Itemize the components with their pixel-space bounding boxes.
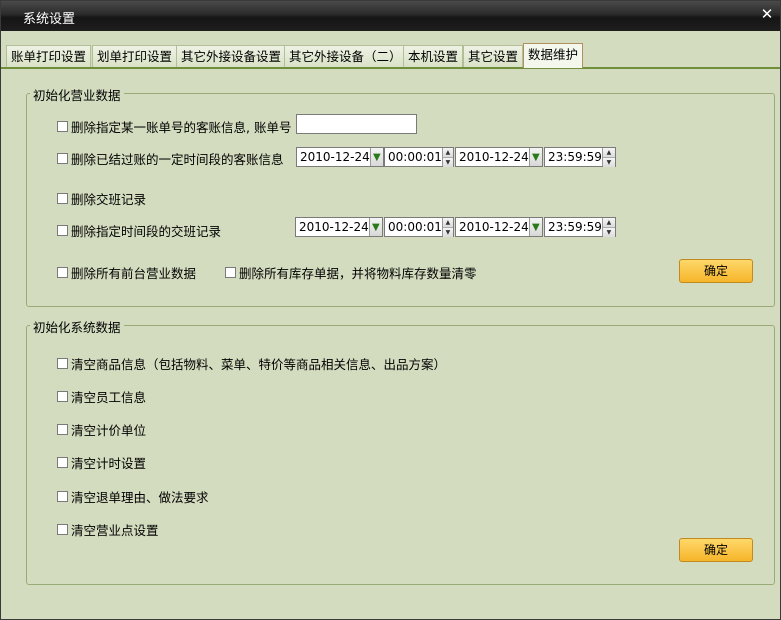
checkbox-box[interactable] — [225, 267, 236, 278]
time-value: 00:00:01 — [388, 150, 442, 164]
date-value: 2010-12-24 — [299, 220, 369, 234]
tab-external-devices-2[interactable]: 其它外接设备（二） — [284, 45, 407, 67]
shift-end-date[interactable]: 2010-12-24 ▼ — [455, 217, 543, 237]
clear-staff-checkbox[interactable]: 清空员工信息 — [57, 387, 146, 406]
checkbox-box[interactable] — [57, 457, 68, 468]
tab-divider — [1, 67, 780, 69]
checkbox-label: 清空计价单位 — [71, 423, 147, 438]
shift-start-time[interactable]: 00:00:01 ▲ ▼ — [384, 217, 454, 237]
checkbox-label: 删除已结过账的一定时间段的客账信息 — [71, 152, 284, 167]
spin-up-down-icon[interactable]: ▲ ▼ — [441, 218, 453, 237]
clear-outlets-checkbox[interactable]: 清空营业点设置 — [57, 520, 159, 539]
delete-shift-checkbox[interactable]: 删除交班记录 — [57, 189, 146, 208]
checkbox-label: 清空营业点设置 — [71, 523, 159, 538]
delete-settled-checkbox[interactable]: 删除已结过账的一定时间段的客账信息 — [57, 149, 284, 168]
settled-end-date[interactable]: 2010-12-24 ▼ — [455, 147, 543, 167]
checkbox-box[interactable] — [57, 121, 68, 132]
tab-external-devices[interactable]: 其它外接设备设置 — [176, 45, 287, 67]
clear-reasons-checkbox[interactable]: 清空退单理由、做法要求 — [57, 487, 209, 506]
checkbox-box[interactable] — [57, 193, 68, 204]
chevron-down-icon[interactable]: ▼ — [528, 218, 542, 236]
checkbox-box[interactable] — [57, 153, 68, 164]
clear-timing-checkbox[interactable]: 清空计时设置 — [57, 453, 146, 472]
checkbox-box[interactable] — [57, 267, 68, 278]
delete-shift-range-checkbox[interactable]: 删除指定时间段的交班记录 — [57, 221, 221, 240]
system-confirm-button[interactable]: 确定 — [679, 538, 753, 562]
business-confirm-button[interactable]: 确定 — [679, 259, 753, 283]
tab-data-maintenance[interactable]: 数据维护 — [523, 43, 584, 68]
checkbox-box[interactable] — [57, 391, 68, 402]
shift-start-date[interactable]: 2010-12-24 ▼ — [295, 217, 383, 237]
clear-units-checkbox[interactable]: 清空计价单位 — [57, 420, 146, 439]
title-bar[interactable]: 系统设置 ✕ — [1, 1, 780, 31]
checkbox-label: 删除所有前台营业数据 — [71, 266, 197, 281]
chevron-down-icon[interactable]: ▼ — [528, 148, 542, 166]
checkbox-label: 删除指定某一账单号的客账信息, 账单号 — [71, 120, 292, 135]
system-group-title: 初始化系统数据 — [30, 317, 124, 336]
time-value: 23:59:59 — [548, 220, 602, 234]
close-icon[interactable]: ✕ — [758, 5, 776, 23]
checkbox-label: 删除指定时间段的交班记录 — [71, 224, 222, 239]
chevron-down-icon[interactable]: ▼ — [369, 148, 383, 166]
date-value: 2010-12-24 — [300, 150, 370, 164]
settled-start-date[interactable]: 2010-12-24 ▼ — [296, 147, 384, 167]
checkbox-label: 清空员工信息 — [71, 390, 147, 405]
tab-order-print[interactable]: 划单打印设置 — [92, 45, 178, 67]
tab-local-settings[interactable]: 本机设置 — [403, 45, 464, 67]
tab-bill-print[interactable]: 账单打印设置 — [6, 45, 92, 67]
window-title: 系统设置 — [23, 12, 76, 27]
settled-start-time[interactable]: 00:00:01 ▲ ▼ — [384, 147, 454, 167]
bill-number-input[interactable] — [296, 114, 417, 134]
date-value: 2010-12-24 — [459, 150, 529, 164]
system-settings-window: 系统设置 ✕ 账单打印设置 划单打印设置 其它外接设备设置 其它外接设备（二） … — [0, 0, 781, 620]
time-value: 00:00:01 — [388, 220, 442, 234]
time-value: 23:59:59 — [548, 150, 602, 164]
delete-front-data-checkbox[interactable]: 删除所有前台营业数据 — [57, 263, 196, 282]
chevron-down-icon[interactable]: ▼ — [368, 218, 382, 236]
spin-up-down-icon[interactable]: ▲ ▼ — [601, 148, 615, 167]
clear-products-checkbox[interactable]: 清空商品信息（包括物料、菜单、特价等商品相关信息、出品方案） — [57, 354, 446, 373]
delete-bill-guest-checkbox[interactable]: 删除指定某一账单号的客账信息, 账单号 — [57, 117, 291, 136]
settled-end-time[interactable]: 23:59:59 ▲ ▼ — [544, 147, 616, 167]
shift-end-time[interactable]: 23:59:59 ▲ ▼ — [544, 217, 616, 237]
checkbox-box[interactable] — [57, 491, 68, 502]
checkbox-label: 清空退单理由、做法要求 — [71, 490, 209, 505]
date-value: 2010-12-24 — [459, 220, 529, 234]
spin-up-down-icon[interactable]: ▲ ▼ — [601, 218, 615, 237]
checkbox-label: 清空计时设置 — [71, 456, 147, 471]
delete-stock-checkbox[interactable]: 删除所有库存单据，并将物料库存数量清零 — [225, 263, 477, 282]
checkbox-box[interactable] — [57, 225, 68, 236]
tab-other-settings[interactable]: 其它设置 — [463, 45, 524, 67]
checkbox-label: 删除所有库存单据，并将物料库存数量清零 — [239, 266, 477, 281]
checkbox-box[interactable] — [57, 424, 68, 435]
checkbox-label: 删除交班记录 — [71, 192, 147, 207]
checkbox-box[interactable] — [57, 358, 68, 369]
checkbox-box[interactable] — [57, 524, 68, 535]
business-group-title: 初始化营业数据 — [30, 85, 124, 104]
tab-bar: 账单打印设置 划单打印设置 其它外接设备设置 其它外接设备（二） 本机设置 其它… — [1, 31, 780, 69]
spin-up-down-icon[interactable]: ▲ ▼ — [441, 148, 453, 167]
checkbox-label: 清空商品信息（包括物料、菜单、特价等商品相关信息、出品方案） — [71, 357, 447, 372]
